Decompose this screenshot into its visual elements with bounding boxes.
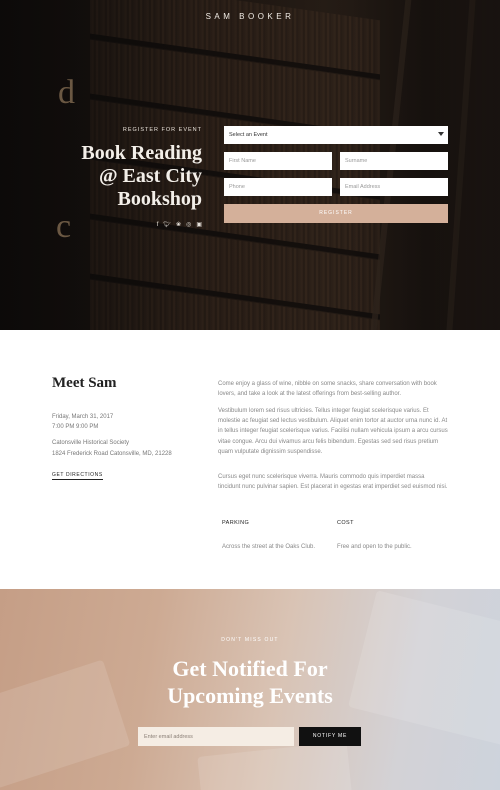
register-button[interactable]: REGISTER [224, 204, 448, 223]
event-date: Friday, March 31, 2017 [52, 414, 114, 420]
event-address: 1824 Frederick Road Catonsville, MD, 212… [52, 451, 172, 457]
cost-value: Free and open to the public. [337, 544, 412, 550]
event-title-line: Bookshop [117, 188, 203, 210]
twitter-icon[interactable]: 🐦︎ [163, 222, 171, 229]
newsletter-section: DON'T MISS OUT Get Notified For Upcoming… [0, 589, 500, 790]
newsletter-email-input[interactable]: Enter email address [138, 727, 294, 746]
parking-label: PARKING [222, 520, 250, 526]
phone-field[interactable]: Phone [224, 178, 332, 196]
event-select[interactable]: Select an Event [224, 126, 448, 144]
first-name-field[interactable]: First Name [224, 152, 332, 170]
event-venue: Catonsville Historical Society [52, 440, 130, 446]
pinterest-icon[interactable]: ❀ [176, 222, 181, 229]
details-title: Meet Sam [52, 375, 117, 391]
linkedin-icon[interactable]: ▣ [196, 222, 202, 229]
event-select-value: Select an Event [229, 132, 268, 138]
instagram-icon[interactable]: ◎ [186, 222, 191, 229]
hero-section: d c SAM BOOKER REGISTER FOR EVENT Book R… [0, 0, 500, 330]
description-paragraph: Vestibulum lorem sed risus ultricies. Te… [218, 408, 448, 455]
cost-label: COST [337, 520, 354, 526]
event-details-section: Meet Sam Friday, March 31, 2017 7:00 PM … [0, 330, 500, 590]
event-title-line: @ East City [98, 165, 202, 187]
notify-title-line: Upcoming Events [167, 683, 333, 708]
event-title-line: Book Reading [81, 142, 202, 164]
email-field[interactable]: Email Address [340, 178, 448, 196]
site-brand[interactable]: SAM BOOKER [0, 12, 500, 21]
notify-label: DON'T MISS OUT [221, 637, 279, 643]
description-paragraph: Come enjoy a glass of wine, nibble on so… [218, 381, 437, 398]
notify-title-line: Get Notified For [172, 656, 328, 681]
shelf-letter: c [56, 208, 72, 245]
notify-title: Get Notified For Upcoming Events [0, 655, 500, 709]
notify-me-button[interactable]: NOTIFY ME [299, 727, 361, 746]
event-time: 7:00 PM 9:00 PM [52, 424, 99, 430]
description-paragraph: Cursus eget nunc scelerisque viverra. Ma… [218, 474, 448, 491]
shelf-letter: d [58, 74, 75, 111]
event-title: Book Reading @ East City Bookshop [2, 142, 202, 211]
parking-value: Across the street at the Oaks Club. [222, 544, 316, 550]
chevron-down-icon [438, 132, 444, 136]
get-directions-link[interactable]: GET DIRECTIONS [52, 472, 103, 480]
surname-field[interactable]: Surname [340, 152, 448, 170]
social-links: f 🐦︎ ❀ ◎ ▣ [157, 222, 202, 229]
register-label: REGISTER FOR EVENT [122, 127, 202, 133]
facebook-icon[interactable]: f [157, 222, 159, 229]
